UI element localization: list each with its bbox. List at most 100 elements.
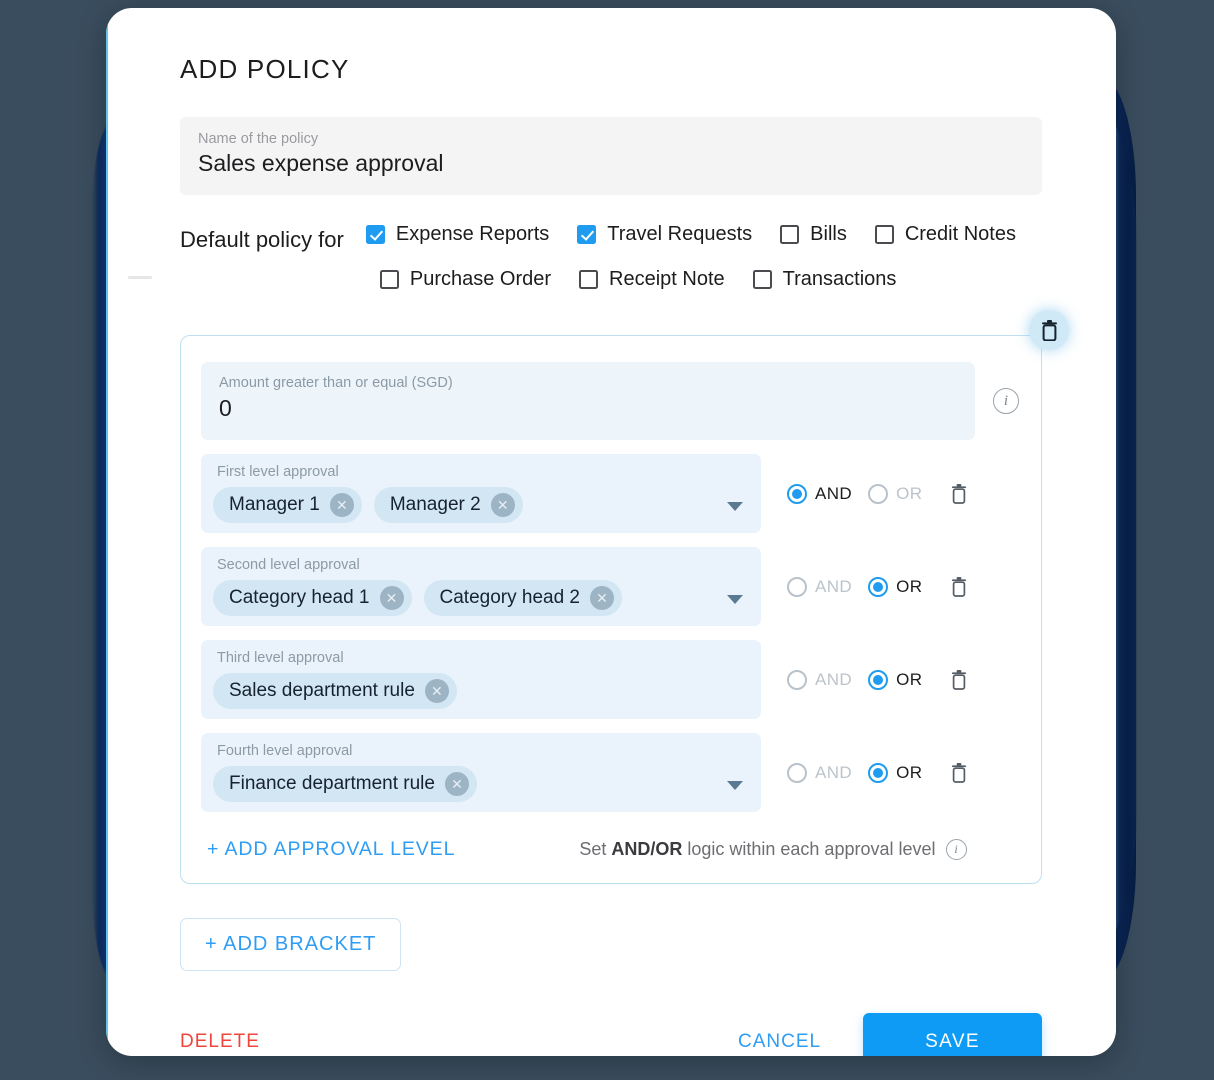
trash-icon [952, 669, 967, 690]
radio-or-label: OR [896, 669, 923, 689]
checkbox-purchase-order[interactable]: Purchase Order [379, 268, 552, 291]
delete-bracket-button[interactable] [1029, 310, 1069, 350]
policy-name-label: Name of the policy [198, 131, 319, 147]
radio-and[interactable]: AND [787, 762, 853, 783]
radio-and-icon[interactable] [787, 576, 807, 597]
approver-chip-label: Finance department rule [229, 773, 435, 794]
bracket-footer: + ADD APPROVAL LEVEL Set AND/OR logic wi… [201, 838, 1019, 861]
radio-and-icon[interactable] [787, 483, 807, 504]
radio-or-label: OR [896, 483, 923, 503]
radio-or-label: OR [896, 762, 923, 782]
trash-icon [952, 483, 967, 504]
checkbox-row: Purchase Order Receipt Note Transactions [366, 268, 1042, 291]
checkbox-label: Expense Reports [395, 223, 550, 245]
radio-and[interactable]: AND [787, 576, 853, 597]
logic-hint: Set AND/OR logic within each approval le… [579, 839, 967, 860]
logic-hint-prefix: Set [579, 839, 612, 859]
remove-approver-icon[interactable]: ✕ [444, 772, 469, 796]
delete-policy-button[interactable]: DELETE [180, 1031, 260, 1053]
amount-input[interactable]: 0 [219, 395, 957, 422]
primary-actions: CANCEL SAVE [738, 1013, 1042, 1056]
add-policy-dialog: ADD POLICY Name of the policy Sales expe… [106, 8, 1116, 1056]
add-approval-level-button[interactable]: + ADD APPROVAL LEVEL [207, 838, 455, 861]
cancel-button[interactable]: CANCEL [738, 1031, 821, 1053]
policy-name-field[interactable]: Name of the policy Sales expense approva… [180, 117, 1042, 195]
radio-or-icon[interactable] [868, 483, 889, 504]
checkbox-credit-notes[interactable]: Credit Notes [874, 223, 1016, 246]
radio-or[interactable]: OR [868, 669, 923, 690]
radio-and-label: AND [815, 483, 853, 503]
and-or-logic-group: AND OR [761, 547, 968, 626]
add-bracket-button[interactable]: + ADD BRACKET [180, 918, 402, 971]
approval-level-select[interactable]: Fourth level approval Finance department … [201, 733, 761, 812]
radio-or[interactable]: OR [868, 576, 923, 597]
remove-approver-icon[interactable]: ✕ [329, 493, 354, 517]
delete-approval-level-button[interactable] [950, 669, 968, 690]
radio-or-icon[interactable] [868, 762, 889, 783]
checkbox-travel-requests[interactable]: Travel Requests [577, 223, 752, 246]
policy-name-input[interactable]: Sales expense approval [198, 150, 1024, 177]
approval-level-label: Second level approval [217, 557, 360, 573]
radio-and-label: AND [815, 576, 853, 596]
remove-approver-icon[interactable]: ✕ [424, 679, 449, 703]
checkbox-transactions[interactable]: Transactions [752, 268, 897, 291]
approval-level-select[interactable]: Third level approval Sales department rul… [201, 640, 761, 719]
checkbox-label: Travel Requests [607, 223, 753, 245]
delete-approval-level-button[interactable] [950, 576, 968, 597]
checkbox-row: Expense Reports Travel Requests Bills Credi… [365, 223, 1042, 246]
chevron-down-icon[interactable] [727, 781, 743, 790]
approval-level-row: Third level approval Sales department rul… [201, 640, 1019, 719]
checkbox-receipt-note[interactable]: Receipt Note [579, 268, 725, 291]
delete-approval-level-button[interactable] [950, 762, 968, 783]
radio-and[interactable]: AND [787, 669, 853, 690]
trash-icon [1041, 319, 1057, 341]
checkbox-empty-icon[interactable] [379, 270, 399, 289]
approval-level-label: Fourth level approval [217, 743, 353, 759]
radio-and[interactable]: AND [787, 483, 853, 504]
and-or-logic-group: AND OR [761, 640, 968, 719]
decorative-dash [128, 276, 152, 279]
radio-or-icon[interactable] [868, 669, 889, 690]
approval-level-select[interactable]: First level approval Manager 1 ✕ Manager 2 ✕ [201, 454, 761, 533]
approval-levels-list: First level approval Manager 1 ✕ Manager 2 ✕… [201, 454, 1019, 812]
checkbox-label: Transactions [782, 268, 897, 290]
dialog-actions: DELETE CANCEL SAVE [180, 1013, 1042, 1056]
remove-approver-icon[interactable]: ✕ [590, 586, 614, 610]
logic-hint-text: Set AND/OR logic within each approval le… [579, 839, 935, 860]
radio-and-icon[interactable] [787, 762, 807, 783]
radio-or-label: OR [896, 576, 923, 596]
approval-level-select[interactable]: Second level approval Category head 1 ✕ Cat… [201, 547, 761, 626]
radio-or-icon[interactable] [868, 576, 889, 597]
remove-approver-icon[interactable]: ✕ [379, 586, 404, 610]
amount-info-icon[interactable]: i [993, 388, 1019, 414]
radio-and-icon[interactable] [787, 669, 807, 690]
save-button[interactable]: SAVE [863, 1013, 1042, 1056]
checkbox-empty-icon[interactable] [579, 270, 599, 289]
approver-chip: Manager 1 ✕ [213, 487, 362, 523]
trash-icon [952, 762, 967, 783]
remove-approver-icon[interactable]: ✕ [490, 493, 515, 517]
approver-chip: Finance department rule ✕ [213, 766, 477, 802]
radio-and-label: AND [815, 762, 853, 782]
checkbox-empty-icon[interactable] [780, 225, 800, 244]
approval-level-row: Second level approval Category head 1 ✕ Cat… [201, 547, 1019, 626]
radio-and-label: AND [815, 669, 853, 689]
checkbox-empty-icon[interactable] [874, 225, 894, 244]
radio-or[interactable]: OR [868, 483, 923, 504]
logic-hint-bold: AND/OR [611, 839, 683, 859]
chevron-down-icon[interactable] [727, 502, 743, 511]
delete-approval-level-button[interactable] [950, 483, 968, 504]
checkbox-empty-icon[interactable] [752, 270, 772, 289]
radio-or[interactable]: OR [868, 762, 923, 783]
checkbox-bills[interactable]: Bills [780, 223, 847, 246]
approval-level-label: First level approval [217, 464, 339, 480]
approval-level-label: Third level approval [217, 650, 344, 666]
checkbox-expense-reports[interactable]: Expense Reports [365, 223, 550, 246]
amount-field[interactable]: Amount greater than or equal (SGD) 0 [201, 362, 975, 440]
logic-hint-info-icon[interactable]: i [945, 839, 967, 860]
chevron-down-icon[interactable] [727, 595, 743, 604]
checkbox-checked-icon[interactable] [365, 225, 385, 244]
approver-chip: Manager 2 ✕ [373, 487, 523, 523]
checkbox-checked-icon[interactable] [577, 225, 597, 244]
checkbox-label: Purchase Order [409, 268, 552, 290]
